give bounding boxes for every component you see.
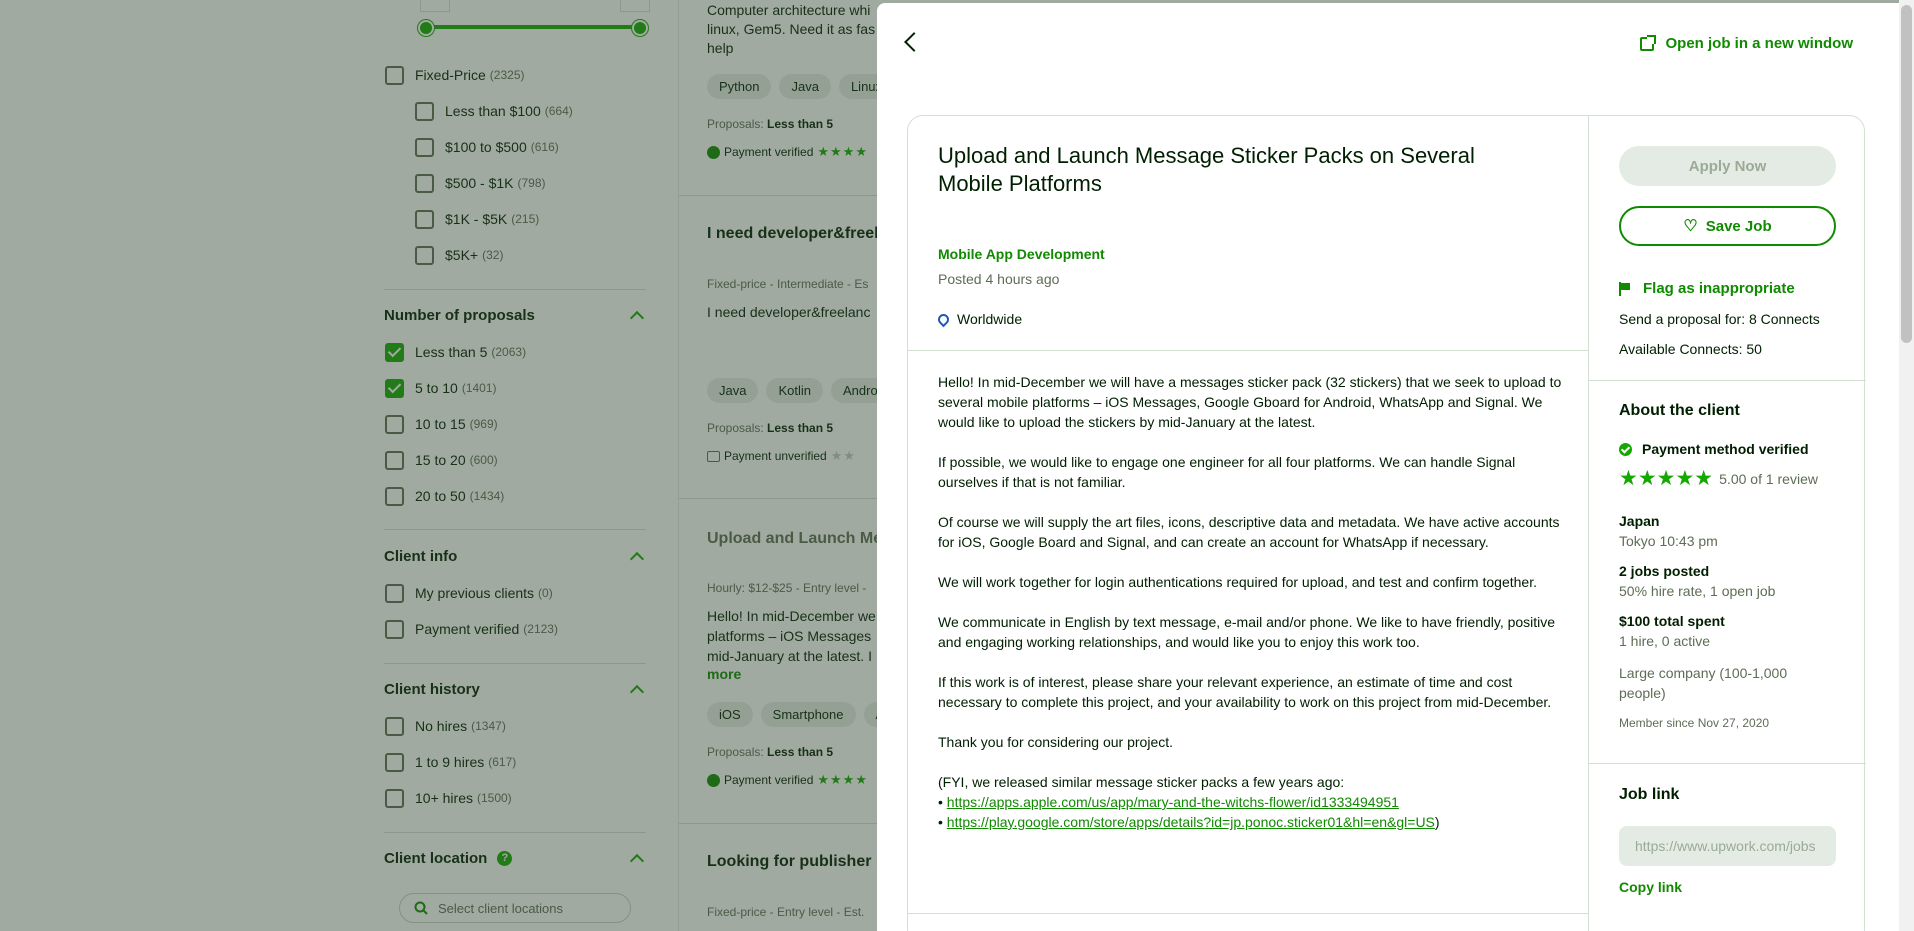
client-hires: 1 hire, 0 active (1619, 633, 1711, 649)
copy-link-button[interactable]: Copy link (1619, 879, 1682, 895)
client-total-spent: $100 total spent (1619, 613, 1725, 629)
back-arrow-icon[interactable] (904, 32, 924, 52)
posted-time: Posted 4 hours ago (938, 271, 1060, 287)
job-title: Upload and Launch Message Sticker Packs … (938, 143, 1475, 196)
client-hire-rate: 50% hire rate, 1 open job (1619, 583, 1776, 599)
job-link-heading: Job link (1619, 786, 1680, 803)
flag-icon (1619, 281, 1631, 296)
app-store-link[interactable]: https://apps.apple.com/us/app/mary-and-t… (947, 794, 1399, 810)
payment-verified-badge: Payment method verified (1619, 441, 1809, 457)
job-detail-card: Upload and Launch Message Sticker Packs … (907, 115, 1866, 931)
open-in-new-window-link[interactable]: Open job in a new window (1639, 34, 1853, 52)
star-icon: ★★★★★ (1619, 467, 1714, 490)
client-company-size: Large company (100-1,000 people) (1619, 665, 1788, 701)
client-jobs-posted: 2 jobs posted (1619, 563, 1710, 579)
google-play-link[interactable]: https://play.google.com/store/apps/detai… (947, 814, 1435, 830)
job-description: Hello! In mid-December we will have a me… (938, 374, 1562, 830)
scrollbar-thumb[interactable] (1901, 5, 1912, 343)
client-member-since: Member since Nov 27, 2020 (1619, 716, 1770, 730)
client-local-time: Tokyo 10:43 pm (1619, 533, 1718, 549)
divider (908, 913, 1588, 914)
job-link-field[interactable]: https://www.upwork.com/jobs (1619, 826, 1836, 866)
job-details-panel: Open job in a new window Upload and Laun… (877, 3, 1899, 931)
divider (908, 350, 1588, 351)
check-circle-icon (1619, 442, 1632, 456)
divider (1589, 763, 1866, 764)
connects-available: Available Connects: 50 (1619, 341, 1762, 357)
flag-inappropriate-link[interactable]: Flag as inappropriate (1619, 280, 1795, 297)
job-main-column: Upload and Launch Message Sticker Packs … (908, 116, 1589, 931)
job-side-column: Apply Now ♡ Save Job Flag as inappropria… (1589, 116, 1866, 931)
location-pin-icon (935, 311, 952, 327)
job-location: Worldwide (935, 311, 1022, 327)
heart-icon: ♡ (1683, 218, 1698, 235)
client-rating: ★★★★★ 5.00 of 1 review (1619, 467, 1818, 490)
job-category-link[interactable]: Mobile App Development (938, 246, 1105, 262)
divider (1589, 380, 1866, 381)
client-country: Japan (1619, 513, 1660, 529)
about-client-heading: About the client (1619, 402, 1740, 419)
scrollbar[interactable] (1899, 0, 1914, 931)
external-link-icon (1639, 34, 1656, 51)
apply-now-button[interactable]: Apply Now (1619, 146, 1836, 186)
save-job-button[interactable]: ♡ Save Job (1619, 206, 1836, 246)
connects-required: Send a proposal for: 8 Connects (1619, 311, 1820, 327)
